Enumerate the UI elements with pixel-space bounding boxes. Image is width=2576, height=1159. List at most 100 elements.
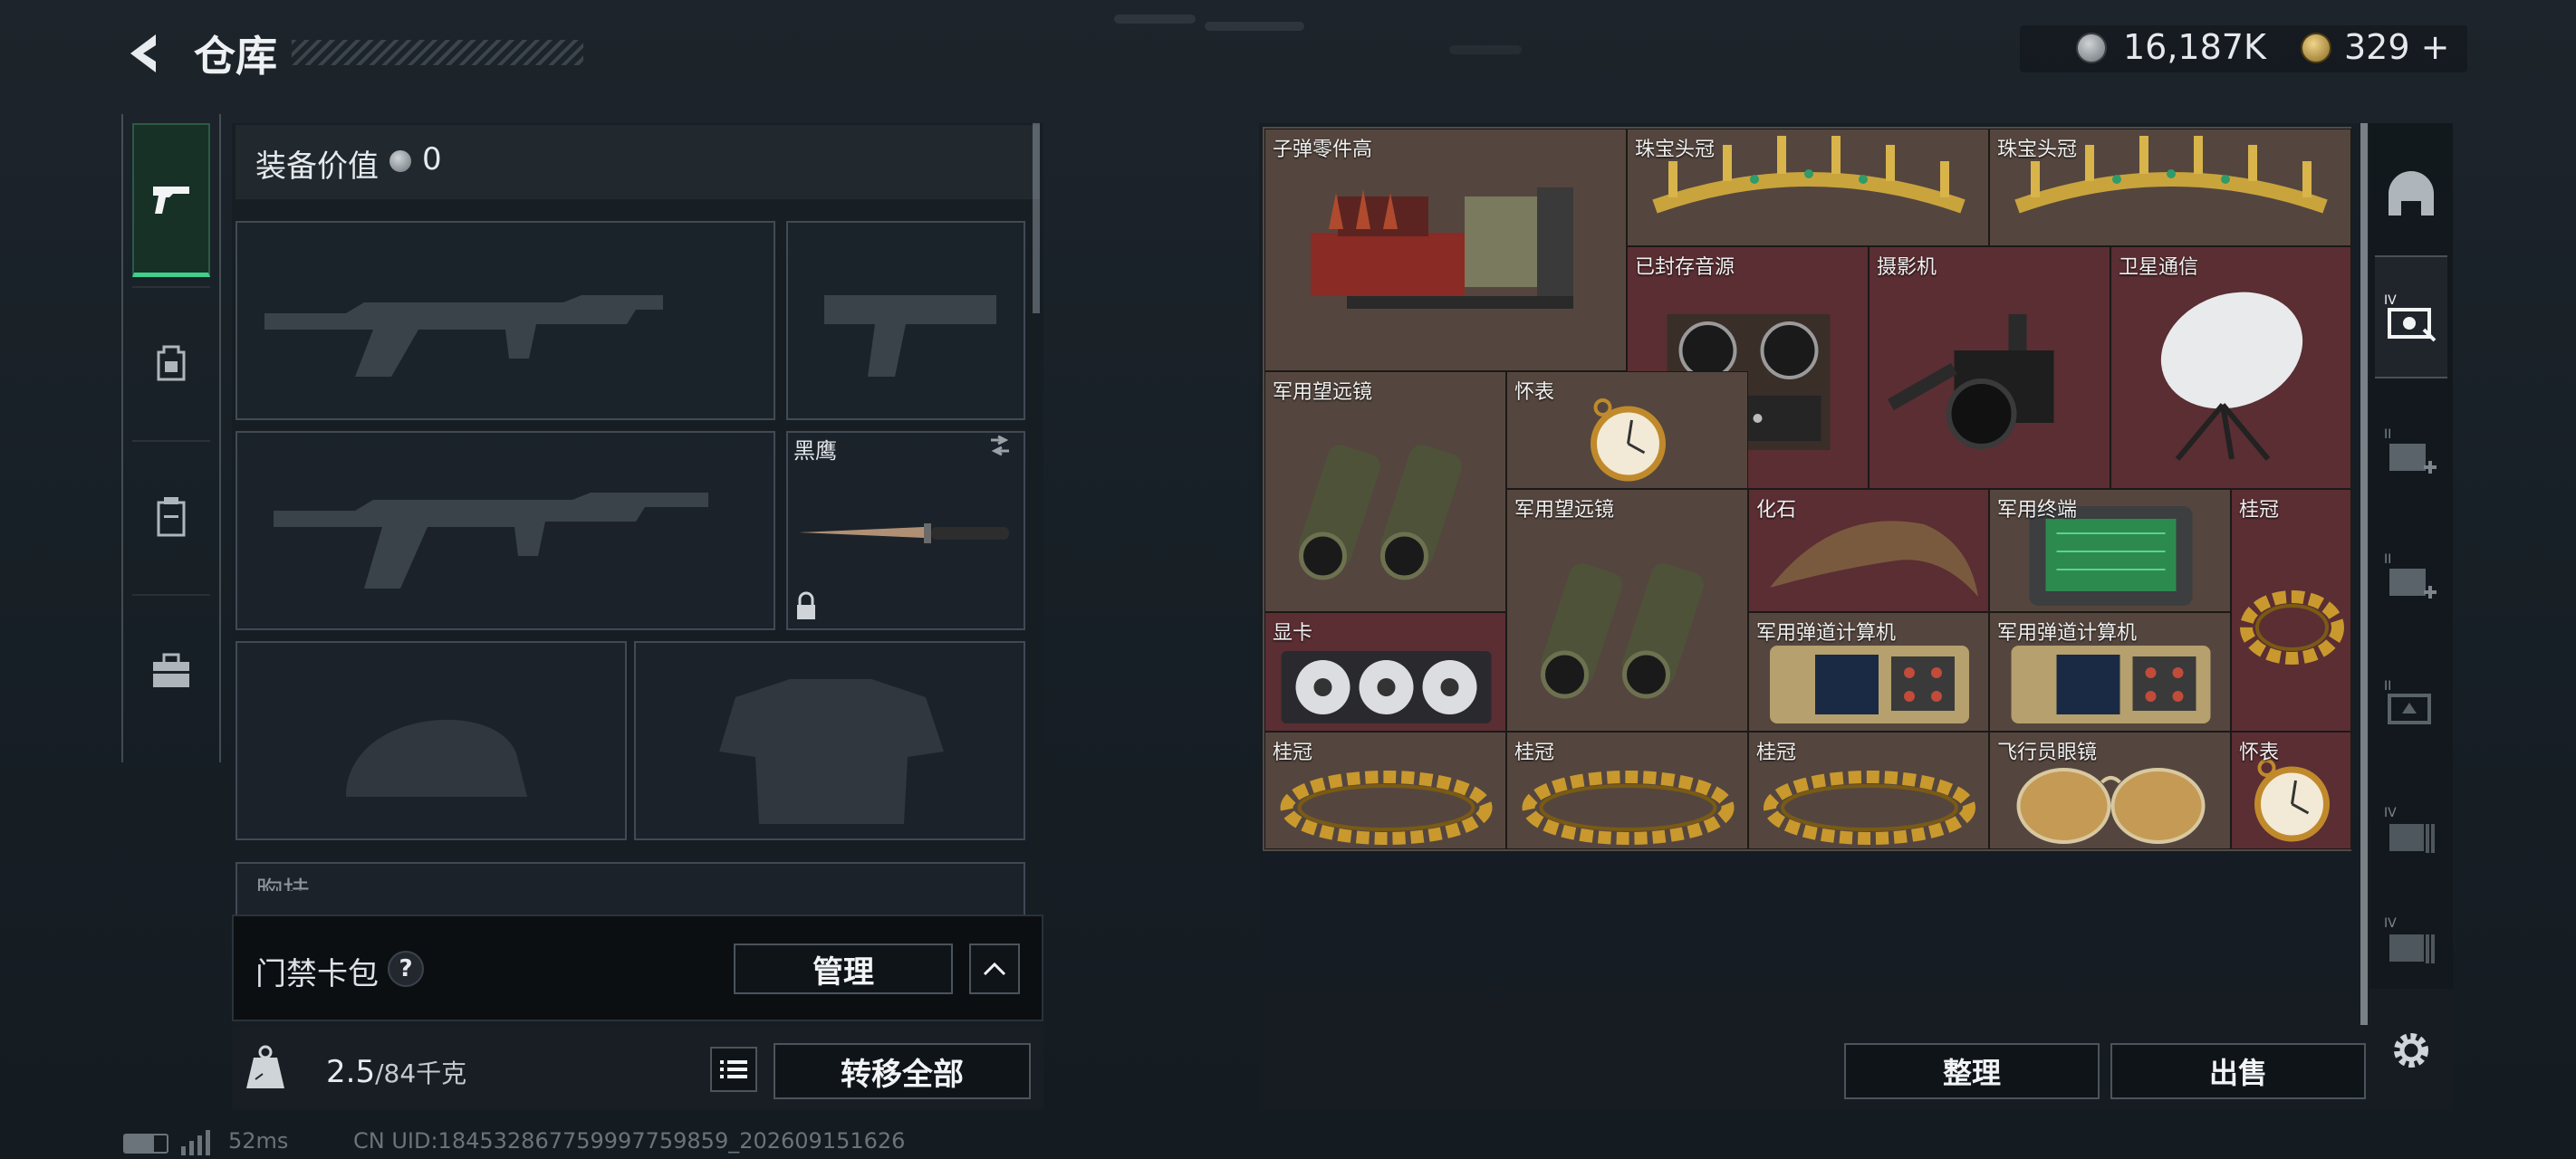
stash-item[interactable]: 摄影机 [1869, 246, 2110, 489]
stash-item[interactable]: 桂冠 [1506, 732, 1748, 849]
stash-item-name: 摄影机 [1877, 256, 1937, 279]
melee-item-name: 黑鹰 [793, 438, 837, 464]
keycard-label: 门禁卡包 [255, 956, 379, 992]
stash-item-name: 化石 [1756, 499, 1797, 522]
svg-text:II: II [2384, 679, 2391, 694]
sort-button[interactable]: 整理 [1844, 1043, 2100, 1099]
tier-iv-folder-icon: IV [2384, 806, 2435, 853]
stash-item[interactable]: 珠宝头冠 [1627, 129, 1989, 246]
tab-backpack[interactable] [132, 286, 210, 440]
stash-item-name: 怀表 [2239, 742, 2280, 764]
settings-gear-icon[interactable] [2388, 1027, 2435, 1074]
help-button[interactable]: ? [388, 951, 424, 987]
silver-currency-amount: 16,187K [2123, 27, 2266, 67]
stash-item[interactable]: 怀表 [1506, 371, 1748, 489]
stash-item[interactable]: 卫星通信 [2110, 246, 2351, 489]
manage-button[interactable]: 管理 [734, 943, 953, 994]
stash-item-name: 怀表 [1514, 381, 1555, 404]
ammo-parts-crate-icon [1311, 187, 1573, 309]
stash-item-name: 桂冠 [1273, 742, 1313, 764]
backpack-icon [157, 345, 186, 381]
collapse-button[interactable] [969, 943, 1020, 994]
stash-item[interactable]: 怀表 [2231, 732, 2351, 849]
sell-button[interactable]: 出售 [2110, 1043, 2366, 1099]
stash-item-name: 显卡 [1273, 622, 1313, 645]
list-view-button[interactable] [710, 1047, 757, 1092]
stash-item[interactable]: 桂冠 [2231, 489, 2351, 732]
tab-safebox[interactable] [132, 594, 210, 748]
equipment-value: 0 [422, 141, 442, 177]
weight-max: /84千克 [375, 1058, 467, 1088]
stash-item[interactable]: 显卡 [1264, 612, 1506, 732]
category-tier-iv-folder[interactable]: IV [2375, 768, 2447, 891]
rifle-silhouette-icon [264, 295, 663, 377]
stash-item[interactable]: 桂冠 [1748, 732, 1989, 849]
camera-icon [1888, 314, 2054, 449]
svg-text:II: II [2384, 427, 2391, 442]
stash-item[interactable]: 化石 [1748, 489, 1989, 612]
stash-item-name: 军用弹道计算机 [1756, 622, 1897, 645]
stash-item-name: 桂冠 [1756, 742, 1797, 764]
primary-weapon-slot[interactable] [235, 221, 775, 420]
pistol-silhouette-icon [824, 295, 996, 377]
category-tier-ii-medkit[interactable]: II [2375, 389, 2447, 512]
gold-currency-amount: 329 [2344, 27, 2410, 67]
stash-scrollbar[interactable] [2360, 123, 2368, 1025]
stash-item-name: 飞行员眼镜 [1997, 742, 2098, 764]
secondary-weapon-slot[interactable] [235, 431, 775, 630]
armor-silhouette-icon [719, 679, 944, 824]
stash-item[interactable]: 子弹零件高 [1264, 129, 1627, 371]
tab-weapons[interactable] [132, 123, 210, 277]
pistol-slot[interactable] [786, 221, 1025, 420]
tier-iv-folder-icon: IV [2384, 916, 2435, 963]
helmet-slot[interactable] [235, 641, 627, 840]
helmet-icon [2389, 171, 2434, 216]
weight-icon [246, 1045, 284, 1088]
category-tier-iv-folder-2[interactable]: IV [2375, 896, 2447, 983]
back-arrow-icon[interactable] [123, 31, 163, 76]
tier-ii-case-icon: II [2384, 679, 2431, 724]
pistol-icon [153, 186, 189, 214]
tier-ii-medkit-icon: II [2384, 427, 2437, 474]
stash-item-name: 桂冠 [2239, 499, 2280, 522]
silver-coin-icon [389, 150, 411, 172]
category-tier-ii-medkit-2[interactable]: II [2375, 514, 2447, 637]
stash-item[interactable]: 军用望远镜 [1264, 371, 1506, 612]
category-helmet[interactable] [2375, 132, 2447, 255]
svg-text:IV: IV [2384, 916, 2397, 931]
weight-readout: 2.5/84千克 [326, 1054, 466, 1090]
chest-rig-slot[interactable] [235, 862, 1025, 916]
weight-current: 2.5 [326, 1054, 376, 1090]
tier-ii-medkit-icon: II [2384, 552, 2437, 599]
stash-item[interactable]: 军用弹道计算机 [1748, 612, 1989, 732]
stash-item[interactable]: 军用弹道计算机 [1989, 612, 2231, 732]
equipment-scrollbar[interactable] [1033, 123, 1040, 313]
binoculars-icon [1540, 563, 1704, 699]
add-currency-icon[interactable]: + [2421, 27, 2450, 67]
stash-item-name: 军用望远镜 [1273, 381, 1373, 404]
stash-item[interactable]: 军用望远镜 [1506, 489, 1748, 732]
stash-item-name: 桂冠 [1514, 742, 1555, 764]
transfer-all-button[interactable]: 转移全部 [774, 1043, 1031, 1099]
user-uid: CN UID:184532867759997759859_20260915162… [353, 1128, 906, 1154]
stash-item-name: 珠宝头冠 [1635, 139, 1716, 161]
tab-chest-rig[interactable] [132, 440, 210, 594]
gold-currency[interactable]: 329 + [2344, 27, 2449, 67]
title-decoration [292, 40, 583, 65]
stash-item[interactable]: 飞行员眼镜 [1989, 732, 2231, 849]
stash-item[interactable]: 军用终端 [1989, 489, 2231, 612]
svg-text:IV: IV [2384, 806, 2397, 820]
category-tier-iv-case[interactable]: IV [2375, 255, 2447, 378]
rig-icon [157, 497, 186, 537]
stash-item-name: 子弹零件高 [1273, 139, 1373, 161]
stash-item[interactable]: 珠宝头冠 [1989, 129, 2351, 246]
armor-slot[interactable] [634, 641, 1025, 840]
stash-item-name: 卫星通信 [2119, 256, 2199, 279]
page-title: 仓库 [194, 32, 277, 81]
binoculars-icon [1298, 445, 1462, 580]
rifle-silhouette-icon [274, 493, 708, 589]
svg-text:IV: IV [2384, 293, 2397, 308]
category-tier-ii-case[interactable]: II [2375, 641, 2447, 764]
equipment-value-label: 装备价值 [255, 148, 379, 185]
stash-item[interactable]: 桂冠 [1264, 732, 1506, 849]
